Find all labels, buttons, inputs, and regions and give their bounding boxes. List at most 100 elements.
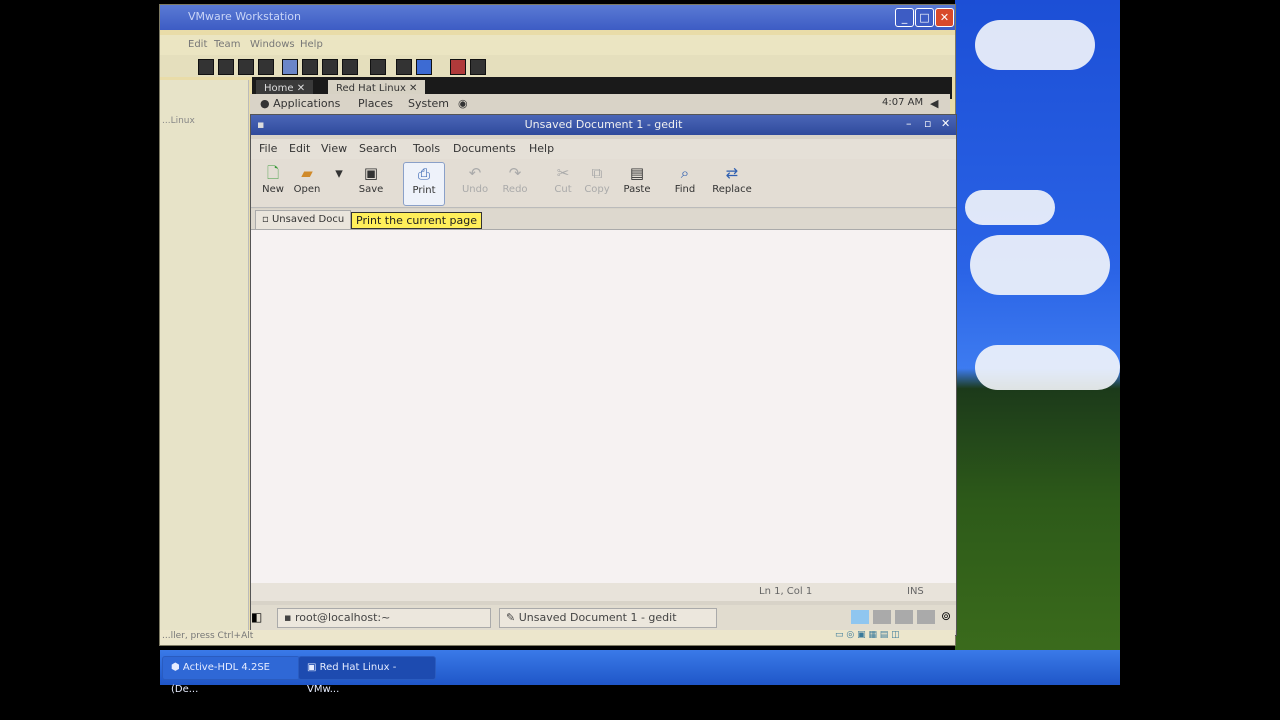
find-icon: ⌕ — [680, 164, 690, 182]
workspace-4[interactable] — [917, 610, 935, 624]
copy-button[interactable]: ⧉ Copy — [577, 162, 617, 204]
close-button[interactable]: ✕ — [935, 8, 954, 27]
find-button[interactable]: ⌕ Find — [665, 162, 705, 204]
undo-icon: ↶ — [468, 164, 482, 182]
workspace-3[interactable] — [895, 610, 913, 624]
menu-search[interactable]: Search — [359, 142, 397, 155]
sidebar-item[interactable]: ...Linux — [162, 116, 195, 126]
play-icon[interactable] — [238, 59, 254, 75]
revert-icon[interactable] — [302, 59, 318, 75]
paste-icon: ▤ — [629, 164, 645, 182]
menu-edit[interactable]: Edit — [289, 142, 310, 155]
print-tooltip: Print the current page — [351, 212, 482, 229]
menu-item[interactable]: Windows — [250, 39, 295, 50]
vmware-toolbar — [160, 55, 955, 77]
insert-mode: INS — [907, 586, 924, 597]
menu-item[interactable]: Team — [214, 39, 240, 50]
menu-view[interactable]: View — [321, 142, 347, 155]
taskbar-item-vmware[interactable]: ▣ Red Hat Linux - VMw... — [298, 656, 436, 695]
cursor-position: Ln 1, Col 1 — [759, 586, 813, 597]
globe-icon[interactable]: ◉ — [458, 97, 468, 110]
power-icon[interactable] — [198, 59, 214, 75]
cloud — [970, 235, 1110, 295]
document-tab[interactable]: ▫ Unsaved Docu — [255, 210, 352, 230]
redo-icon: ↷ — [508, 164, 522, 182]
cloud — [975, 20, 1095, 70]
open-label: Open — [293, 184, 321, 195]
gedit-title: Unsaved Document 1 - gedit — [524, 118, 683, 131]
menu-item[interactable]: Edit — [188, 39, 207, 50]
copy-icon: ⧉ — [591, 164, 603, 182]
document-tab-label: Unsaved Docu — [271, 214, 345, 225]
vmware-title: VMware Workstation — [188, 10, 302, 23]
menu-documents[interactable]: Documents — [453, 142, 516, 155]
unity-icon[interactable] — [450, 59, 466, 75]
applications-label: Applications — [273, 97, 341, 110]
vmware-sidebar: ...Linux — [160, 80, 249, 640]
taskbar-item-gedit[interactable]: ✎ Unsaved Document 1 - gedit — [499, 608, 717, 628]
taskbar-item-label: Active-HDL 4.2SE (De... — [171, 662, 271, 695]
open-recent-dropdown[interactable]: ▾ — [329, 162, 343, 204]
guest-bottom-panel: ◧ ▪ root@localhost:~ ✎ Unsaved Document … — [251, 605, 956, 631]
save-label: Save — [358, 184, 384, 195]
menu-tools[interactable]: Tools — [413, 142, 440, 155]
taskbar-item-label: root@localhost:~ — [294, 611, 391, 624]
taskbar-item-terminal[interactable]: ▪ root@localhost:~ — [277, 608, 491, 628]
close-button[interactable]: ✕ — [941, 117, 950, 130]
gedit-statusbar: Ln 1, Col 1 INS — [251, 583, 956, 601]
redo-button[interactable]: ↷ Redo — [495, 162, 535, 204]
undo-label: Undo — [461, 184, 489, 195]
maximize-button[interactable]: □ — [915, 8, 934, 27]
gnome-top-panel: ● Applications Places System ◉ 4:07 AM ◀ — [250, 94, 950, 114]
menu-help[interactable]: Help — [529, 142, 554, 155]
console-view-icon[interactable] — [416, 59, 432, 75]
show-desktop-icon[interactable]: ◧ — [251, 610, 262, 624]
find-label: Find — [674, 184, 696, 195]
view-icon[interactable] — [342, 59, 358, 75]
workspace-2[interactable] — [873, 610, 891, 624]
maximize-button[interactable]: ▫ — [924, 117, 931, 130]
quick-switch-icon[interactable] — [370, 59, 386, 75]
system-menu[interactable]: System — [408, 97, 449, 110]
vmware-menubar: Edit Team Windows Help — [160, 35, 955, 55]
windows-taskbar: ⬢ Active-HDL 4.2SE (De... ▣ Red Hat Linu… — [160, 650, 1120, 695]
copy-label: Copy — [584, 184, 610, 195]
clock[interactable]: 4:07 AM — [882, 97, 923, 108]
desktop-background — [955, 0, 1120, 670]
undo-button[interactable]: ↶ Undo — [455, 162, 495, 204]
replace-button[interactable]: ⇄ Replace — [707, 162, 757, 204]
open-button[interactable]: ▰ Open — [287, 162, 327, 204]
device-icons[interactable]: ▭ ◎ ▣ ▦ ▤ ◫ — [835, 630, 900, 640]
print-label: Print — [412, 185, 436, 196]
tab-label: Home — [264, 83, 294, 94]
applications-menu[interactable]: ● Applications — [260, 97, 340, 110]
settings-icon[interactable] — [470, 59, 486, 75]
cut-label: Cut — [554, 184, 572, 195]
minimize-button[interactable]: _ — [895, 8, 914, 27]
new-label: New — [262, 184, 284, 195]
trash-icon[interactable]: ⊚ — [941, 609, 951, 623]
volume-icon[interactable]: ◀ — [930, 97, 938, 110]
places-menu[interactable]: Places — [358, 97, 393, 110]
gedit-titlebar: ▪ Unsaved Document 1 - gedit – ▫ ✕ — [251, 115, 956, 135]
gedit-menubar: File Edit View Search Tools Documents He… — [251, 139, 956, 159]
reset-icon[interactable] — [258, 59, 274, 75]
snapshot-icon[interactable] — [282, 59, 298, 75]
open-folder-icon: ▰ — [301, 164, 313, 182]
save-button[interactable]: ▣ Save — [351, 162, 391, 204]
fullscreen-icon[interactable] — [396, 59, 412, 75]
pause-icon[interactable] — [218, 59, 234, 75]
manage-icon[interactable] — [322, 59, 338, 75]
workspace-1[interactable] — [851, 610, 869, 624]
menu-file[interactable]: File — [259, 142, 277, 155]
paste-label: Paste — [623, 184, 651, 195]
paste-button[interactable]: ▤ Paste — [617, 162, 657, 204]
taskbar-item-active-hdl[interactable]: ⬢ Active-HDL 4.2SE (De... — [162, 656, 300, 695]
gedit-toolbar: 🗋 New ▰ Open ▾ ▣ Save ⎙ Print ↶ Undo ↷ R… — [251, 159, 956, 208]
print-button[interactable]: ⎙ Print — [403, 162, 445, 206]
text-editor-area[interactable] — [251, 229, 956, 584]
vmware-statusbar: ...ller, press Ctrl+Alt ▭ ◎ ▣ ▦ ▤ ◫ — [160, 630, 955, 645]
tab-label: Red Hat Linux — [336, 83, 406, 94]
minimize-button[interactable]: – — [906, 117, 912, 130]
menu-item[interactable]: Help — [300, 39, 323, 50]
